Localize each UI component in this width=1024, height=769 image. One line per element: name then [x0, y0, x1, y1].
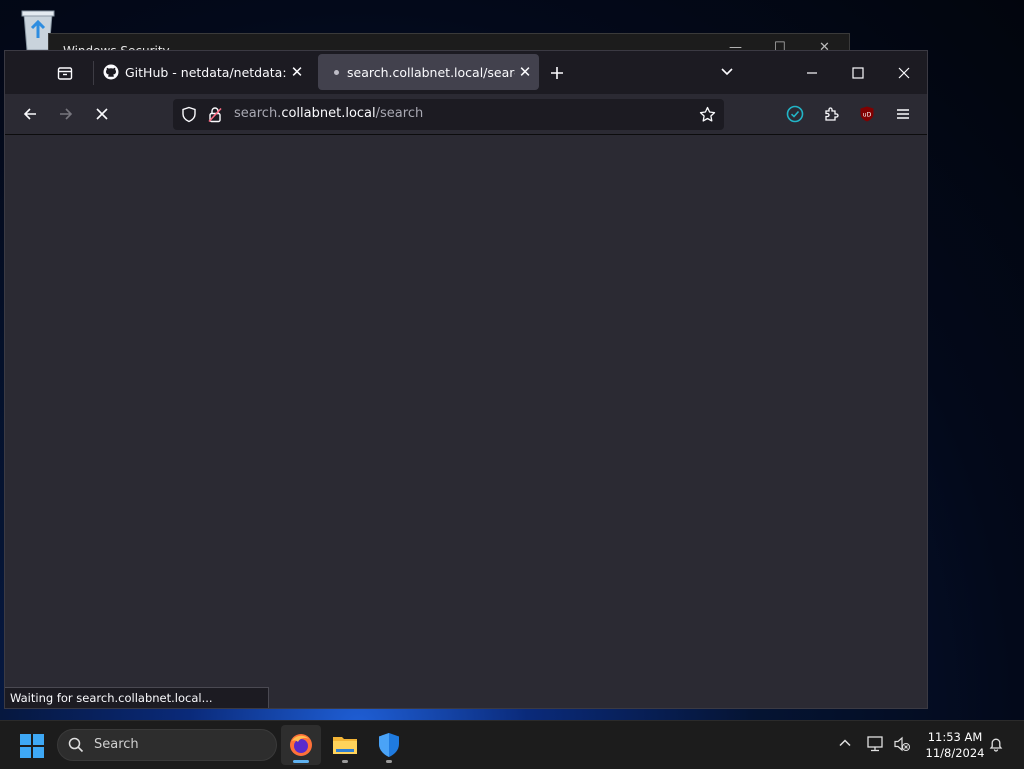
extension-check-button[interactable]: [780, 100, 810, 128]
list-all-tabs-button[interactable]: [719, 63, 735, 83]
volume-muted-icon[interactable]: [893, 735, 911, 757]
hamburger-menu-icon: [897, 109, 909, 119]
puzzle-piece-icon: [825, 107, 839, 121]
url-bar[interactable]: search.collabnet.local/search: [173, 99, 724, 130]
bookmark-star-icon[interactable]: [699, 106, 716, 123]
status-panel: Waiting for search.collabnet.local...: [5, 687, 269, 708]
active-app-indicator: [293, 760, 309, 763]
system-clock[interactable]: 11:53 AM 11/8/2024: [920, 729, 990, 761]
maximize-icon: [852, 67, 864, 79]
close-tab-icon[interactable]: ✕: [287, 63, 307, 81]
arrow-right-icon: [60, 108, 73, 120]
clock-date: 11/8/2024: [925, 746, 985, 760]
app-menu-button[interactable]: [888, 100, 918, 128]
taskbar: Search 11:53 AM 11/8/2024: [0, 720, 1024, 769]
extensions-button[interactable]: [816, 100, 846, 128]
close-window-button[interactable]: [881, 57, 927, 89]
taskbar-search-box[interactable]: Search: [57, 729, 277, 761]
plus-icon: [551, 67, 563, 79]
notification-bell-icon[interactable]: [988, 736, 1004, 756]
stop-icon: [96, 108, 108, 120]
url-host: collabnet.local: [281, 106, 376, 121]
minimize-icon: [807, 72, 817, 74]
maximize-button[interactable]: [835, 57, 881, 89]
loading-dot-icon: [334, 69, 339, 75]
back-button[interactable]: [15, 100, 45, 128]
taskbar-windows-security[interactable]: [369, 725, 409, 765]
taskbar-firefox[interactable]: [281, 725, 321, 765]
tab-separator: [93, 61, 94, 85]
running-app-indicator: [386, 760, 392, 763]
running-app-indicator: [342, 760, 348, 763]
navigation-toolbar: search.collabnet.local/search uD: [5, 94, 927, 135]
firefox-view-icon: [57, 67, 73, 80]
tracking-protection-shield-icon[interactable]: [181, 106, 197, 123]
show-hidden-icons-chevron-up-icon[interactable]: [838, 735, 852, 754]
forward-button[interactable]: [51, 100, 81, 128]
minimize-button[interactable]: [789, 57, 835, 89]
close-tab-icon[interactable]: ✕: [515, 63, 535, 81]
page-content[interactable]: [5, 135, 927, 708]
chevron-down-icon: [721, 68, 733, 76]
tab-bar: GitHub - netdata/netdata: Arch ✕ search.…: [5, 51, 927, 94]
windows-security-icon: [379, 733, 399, 757]
search-icon: [68, 737, 84, 757]
github-icon: [103, 64, 119, 80]
arrow-left-icon: [23, 108, 36, 120]
taskbar-file-explorer[interactable]: [325, 725, 365, 765]
check-circle-icon: [786, 105, 804, 123]
url-prefix: search.: [234, 106, 282, 121]
insecure-lock-icon[interactable]: [207, 106, 223, 123]
ublock-origin-button[interactable]: uD: [852, 100, 882, 128]
tab-github[interactable]: GitHub - netdata/netdata: Arch ✕: [97, 54, 311, 90]
windows-logo-icon: [20, 734, 44, 758]
clock-time: 11:53 AM: [927, 730, 983, 744]
search-label: Search: [94, 737, 139, 752]
browser-window: GitHub - netdata/netdata: Arch ✕ search.…: [5, 51, 927, 708]
tab-label: GitHub - netdata/netdata: Arch: [125, 64, 287, 80]
ublock-origin-icon: uD: [860, 106, 874, 122]
close-icon: [898, 67, 910, 79]
network-monitor-icon[interactable]: [867, 735, 885, 757]
url-display[interactable]: search.collabnet.local/search: [234, 106, 423, 121]
file-explorer-icon: [333, 737, 357, 754]
firefox-icon: [290, 734, 312, 756]
svg-text:uD: uD: [863, 112, 872, 119]
firefox-view-button[interactable]: [51, 61, 79, 85]
url-path: /search: [375, 106, 424, 121]
new-tab-button[interactable]: [550, 61, 564, 85]
stop-loading-button[interactable]: [87, 100, 117, 128]
tab-label: search.collabnet.local/search: [347, 64, 515, 80]
tab-search-collabnet[interactable]: search.collabnet.local/search ✕: [318, 54, 539, 90]
start-button[interactable]: [20, 734, 44, 762]
